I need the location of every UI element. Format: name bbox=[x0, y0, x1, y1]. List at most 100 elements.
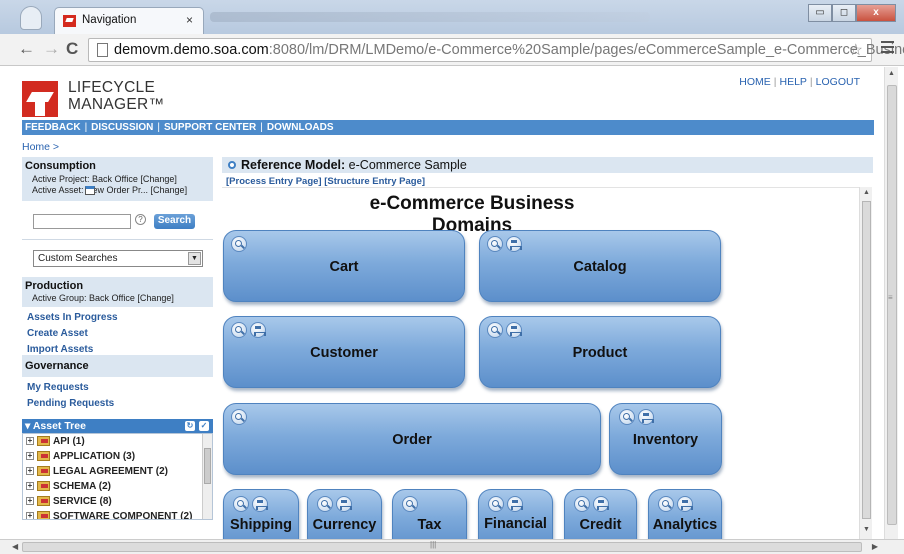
menu-icon[interactable] bbox=[881, 41, 894, 53]
magnifier-icon[interactable] bbox=[233, 496, 249, 512]
domain-credit[interactable]: Credit bbox=[564, 489, 637, 539]
back-button[interactable]: ← bbox=[18, 40, 35, 58]
structure-icon[interactable] bbox=[250, 322, 266, 338]
magnifier-icon[interactable] bbox=[619, 409, 635, 425]
structure-icon[interactable] bbox=[252, 496, 268, 512]
tree-item[interactable]: + APPLICATION (3) bbox=[26, 451, 135, 466]
breadcrumb[interactable]: Home > bbox=[22, 141, 59, 153]
domain-financial[interactable]: Financial bbox=[478, 489, 553, 539]
scroll-left-icon[interactable]: ◀ bbox=[12, 542, 18, 551]
structure-entry-link[interactable]: [Structure Entry Page] bbox=[324, 176, 425, 187]
tab-close-icon[interactable]: × bbox=[186, 13, 193, 27]
domain-catalog[interactable]: Catalog bbox=[479, 230, 721, 302]
structure-icon[interactable] bbox=[506, 322, 522, 338]
tree-item-label: LEGAL AGREEMENT (2) bbox=[53, 466, 169, 477]
user-profile-icon[interactable] bbox=[20, 6, 42, 30]
separator: | bbox=[157, 122, 161, 133]
domain-tax[interactable]: Tax bbox=[392, 489, 467, 539]
tree-item[interactable]: + SOFTWARE COMPONENT (2) bbox=[26, 511, 192, 519]
structure-icon[interactable] bbox=[677, 496, 693, 512]
scroll-down-icon[interactable]: ▼ bbox=[863, 526, 870, 533]
downloads-link[interactable]: DOWNLOADS bbox=[267, 122, 334, 133]
magnifier-icon[interactable] bbox=[488, 496, 504, 512]
window-close-button[interactable]: x bbox=[856, 4, 896, 22]
magnifier-icon[interactable] bbox=[231, 409, 247, 425]
forward-button[interactable]: → bbox=[43, 40, 60, 58]
expand-icon[interactable]: + bbox=[26, 512, 34, 519]
structure-icon[interactable] bbox=[507, 496, 523, 512]
scroll-up-icon[interactable]: ▲ bbox=[863, 189, 870, 196]
search-input[interactable] bbox=[33, 214, 131, 229]
domain-analytics[interactable]: Analytics bbox=[648, 489, 722, 539]
domain-shipping[interactable]: Shipping bbox=[223, 489, 299, 539]
diagram-scrollbar-thumb[interactable] bbox=[862, 201, 871, 519]
maximize-button[interactable]: ◻ bbox=[832, 4, 856, 22]
domain-cart[interactable]: Cart bbox=[223, 230, 465, 302]
discussion-link[interactable]: DISCUSSION bbox=[91, 122, 153, 133]
active-asset[interactable]: Active Asset: New Order Pr... [Change] bbox=[32, 185, 187, 195]
help-icon[interactable]: ? bbox=[135, 214, 146, 225]
address-bar[interactable]: demovm.demo.soa.com:8080/lm/DRM/LMDemo/e… bbox=[88, 38, 904, 62]
scroll-up-icon[interactable]: ▲ bbox=[888, 70, 895, 77]
logout-link[interactable]: LOGOUT bbox=[816, 76, 860, 88]
magnifier-icon[interactable] bbox=[487, 322, 503, 338]
my-requests-link[interactable]: My Requests bbox=[27, 382, 89, 393]
tree-item[interactable]: + API (1) bbox=[26, 436, 85, 451]
minimize-button[interactable]: ▭ bbox=[808, 4, 832, 22]
magnifier-icon[interactable] bbox=[231, 236, 247, 252]
page-scrollbar-thumb[interactable] bbox=[887, 85, 897, 525]
tree-item[interactable]: + LEGAL AGREEMENT (2) bbox=[26, 466, 168, 481]
magnifier-icon[interactable] bbox=[402, 496, 418, 512]
horizontal-scrollbar[interactable]: ◀ ||| ▶ bbox=[0, 539, 904, 554]
structure-icon[interactable] bbox=[638, 409, 654, 425]
structure-icon[interactable] bbox=[336, 496, 352, 512]
magnifier-icon[interactable] bbox=[317, 496, 333, 512]
magnifier-icon[interactable] bbox=[658, 496, 674, 512]
search-button[interactable]: Search bbox=[154, 214, 195, 229]
expand-icon[interactable]: + bbox=[26, 497, 34, 506]
magnifier-icon[interactable] bbox=[574, 496, 590, 512]
browser-tab[interactable]: Navigation × bbox=[54, 7, 204, 34]
tree-item[interactable]: + SCHEMA (2) bbox=[26, 481, 111, 496]
tree-item[interactable]: + SERVICE (8) bbox=[26, 496, 112, 511]
asset-tree-header[interactable]: ▾ Asset Tree ↻ ✓ bbox=[22, 419, 213, 433]
governance-title: Governance bbox=[25, 360, 89, 372]
tree-scrollbar-thumb[interactable] bbox=[204, 448, 211, 484]
custom-searches-select[interactable]: Custom Searches ▼ bbox=[33, 250, 203, 267]
scroll-right-icon[interactable]: ▶ bbox=[872, 542, 878, 551]
magnifier-icon[interactable] bbox=[231, 322, 247, 338]
expand-icon[interactable]: + bbox=[26, 437, 34, 446]
domain-order[interactable]: Order bbox=[223, 403, 601, 475]
check-icon[interactable]: ✓ bbox=[199, 421, 209, 431]
support-center-link[interactable]: SUPPORT CENTER bbox=[164, 122, 256, 133]
expand-icon[interactable]: + bbox=[26, 452, 34, 461]
diagram-scrollbar[interactable]: ▲ ▼ bbox=[859, 187, 872, 539]
tree-scrollbar[interactable] bbox=[202, 434, 212, 519]
domain-inventory[interactable]: Inventory bbox=[609, 403, 722, 475]
domain-currency[interactable]: Currency bbox=[307, 489, 382, 539]
structure-icon[interactable] bbox=[593, 496, 609, 512]
bookmark-star-icon[interactable]: ☆ bbox=[849, 40, 863, 60]
expand-icon[interactable]: + bbox=[26, 482, 34, 491]
active-group[interactable]: Active Group: Back Office [Change] bbox=[32, 293, 174, 303]
page-scrollbar[interactable]: ▲ ≡ bbox=[884, 67, 898, 539]
reload-button[interactable]: C bbox=[66, 40, 78, 58]
active-project[interactable]: Active Project: Back Office [Change] bbox=[32, 174, 177, 184]
url-text[interactable]: demovm.demo.soa.com:8080/lm/DRM/LMDemo/e… bbox=[114, 42, 904, 58]
structure-icon[interactable] bbox=[506, 236, 522, 252]
domain-customer[interactable]: Customer bbox=[223, 316, 465, 388]
process-entry-link[interactable]: [Process Entry Page] bbox=[226, 176, 322, 187]
pending-requests-link[interactable]: Pending Requests bbox=[27, 398, 114, 409]
collapse-triangle-icon[interactable]: ▾ bbox=[25, 420, 33, 432]
import-assets-link[interactable]: Import Assets bbox=[27, 344, 93, 355]
expand-icon[interactable]: + bbox=[26, 467, 34, 476]
home-link[interactable]: HOME bbox=[739, 76, 771, 88]
assets-in-progress-link[interactable]: Assets In Progress bbox=[27, 312, 118, 323]
horizontal-scrollbar-thumb[interactable] bbox=[22, 542, 862, 552]
refresh-icon[interactable]: ↻ bbox=[185, 421, 195, 431]
help-link[interactable]: HELP bbox=[779, 76, 806, 88]
create-asset-link[interactable]: Create Asset bbox=[27, 328, 88, 339]
magnifier-icon[interactable] bbox=[487, 236, 503, 252]
domain-product[interactable]: Product bbox=[479, 316, 721, 388]
feedback-link[interactable]: FEEDBACK bbox=[25, 122, 81, 133]
